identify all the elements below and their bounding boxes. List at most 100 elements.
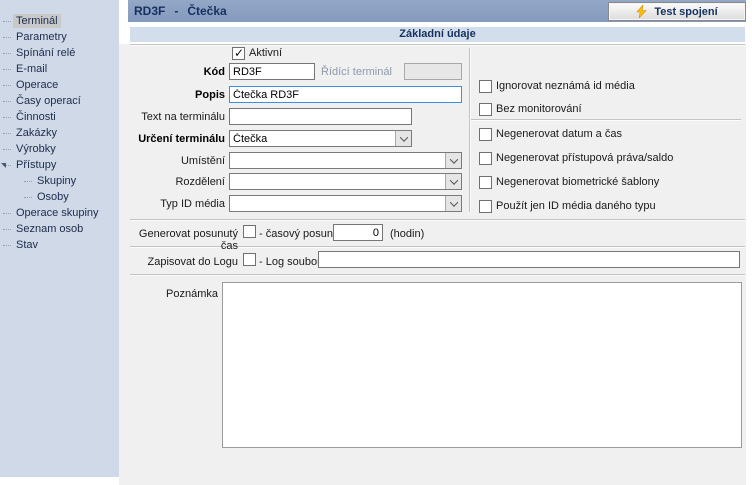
option-label: Negenerovat přístupová práva/saldo xyxy=(496,152,673,164)
terminal-text-input[interactable] xyxy=(229,108,412,125)
terminal-purpose-label: Určení terminálu xyxy=(118,133,225,145)
no-generate-access-rights-checkbox[interactable] xyxy=(479,152,492,165)
tree-connector xyxy=(3,245,11,246)
tree-connector xyxy=(3,229,11,230)
tree-connector xyxy=(3,21,11,22)
option-row: Použít jen ID média daného typu xyxy=(479,199,656,213)
option-label: Ignorovat neznámá id média xyxy=(496,80,635,92)
code-input[interactable] xyxy=(229,63,315,80)
sidebar-item-email[interactable]: E-mail xyxy=(0,61,119,77)
option-row: Negenerovat datum a čas xyxy=(479,127,622,141)
test-connection-button[interactable]: Test spojení xyxy=(608,2,746,21)
sidebar-item-label: Spínání relé xyxy=(13,46,78,60)
sidebar-item-label: E-mail xyxy=(13,62,50,76)
division-select[interactable] xyxy=(229,173,462,190)
shifted-time-checkbox[interactable] xyxy=(243,225,256,238)
active-label: Aktivní xyxy=(249,47,282,59)
note-label: Poznámka xyxy=(118,288,218,300)
option-label: Negenerovat datum a čas xyxy=(496,128,622,140)
divider xyxy=(130,44,745,46)
tree-connector xyxy=(24,197,32,198)
chevron-down-icon[interactable] xyxy=(445,196,461,211)
sidebar-item-label: Parametry xyxy=(13,30,70,44)
ignore-unknown-media-checkbox[interactable] xyxy=(479,80,492,93)
sidebar-item-seznam-osob[interactable]: Seznam osob xyxy=(0,221,119,237)
divider xyxy=(471,119,741,121)
tree-connector xyxy=(3,101,11,102)
sidebar-item-label: Operace skupiny xyxy=(13,206,102,220)
location-select[interactable] xyxy=(229,152,462,169)
sidebar-item-pristupy[interactable]: Přístupy xyxy=(0,157,119,173)
column-divider xyxy=(469,48,471,212)
sidebar-item-label: Operace xyxy=(13,78,61,92)
sidebar-item-label: Skupiny xyxy=(34,174,79,188)
sidebar-item-terminal[interactable]: Terminál xyxy=(0,13,119,29)
media-id-type-label: Typ ID média xyxy=(118,198,225,210)
sidebar-item-skupiny[interactable]: Skupiny xyxy=(0,173,119,189)
no-generate-datetime-checkbox[interactable] xyxy=(479,128,492,141)
master-terminal-label: Řídící terminál xyxy=(321,66,401,78)
active-checkbox-row: Aktivní xyxy=(232,46,282,60)
chevron-down-icon[interactable] xyxy=(445,174,461,189)
app-window: Terminál Parametry Spínání relé E-mail O… xyxy=(0,0,752,485)
option-label: Bez monitorování xyxy=(496,103,582,115)
sidebar-item-label: Terminál xyxy=(13,14,61,28)
use-only-typed-media-checkbox[interactable] xyxy=(479,200,492,213)
option-row: Negenerovat biometrické šablony xyxy=(479,175,659,189)
tree-connector xyxy=(3,133,11,134)
time-shift-sublabel: - časový posun xyxy=(259,228,334,240)
terminal-purpose-value: Čtečka xyxy=(230,133,395,145)
option-row: Ignorovat neznámá id média xyxy=(479,79,635,93)
description-label: Popis xyxy=(118,89,225,101)
sidebar-item-label: Stav xyxy=(13,238,41,252)
sidebar-item-label: Činnosti xyxy=(13,110,59,124)
time-shift-input[interactable] xyxy=(333,224,383,241)
header-separator: - xyxy=(174,4,178,18)
master-terminal-input xyxy=(404,63,462,80)
chevron-down-icon[interactable] xyxy=(445,153,461,168)
description-input[interactable] xyxy=(229,86,462,103)
sidebar-item-operace[interactable]: Operace xyxy=(0,77,119,93)
tree-expander-icon[interactable] xyxy=(1,163,6,168)
shifted-time-label: Generovat posunutý čas xyxy=(120,228,238,252)
media-id-type-select[interactable] xyxy=(229,195,462,212)
tree-connector xyxy=(3,149,11,150)
log-write-checkbox[interactable] xyxy=(243,253,256,266)
sidebar-item-spinani-rele[interactable]: Spínání relé xyxy=(0,45,119,61)
option-label: Negenerovat biometrické šablony xyxy=(496,176,659,188)
log-write-label: Zapisovat do Logu xyxy=(120,256,238,268)
divider xyxy=(130,274,745,276)
active-checkbox[interactable] xyxy=(232,47,245,60)
sidebar-item-casy-operaci[interactable]: Časy operací xyxy=(0,93,119,109)
chevron-down-icon[interactable] xyxy=(395,131,411,146)
test-connection-label: Test spojení xyxy=(654,6,717,18)
lightning-icon xyxy=(636,5,647,18)
no-monitoring-checkbox[interactable] xyxy=(479,103,492,116)
sidebar-item-osoby[interactable]: Osoby xyxy=(0,189,119,205)
sidebar-item-vyrobky[interactable]: Výrobky xyxy=(0,141,119,157)
sidebar-item-stav[interactable]: Stav xyxy=(0,237,119,253)
sidebar-item-parametry[interactable]: Parametry xyxy=(0,29,119,45)
tree-connector xyxy=(3,37,11,38)
section-title: Základní údaje xyxy=(130,27,745,42)
divider xyxy=(130,219,745,221)
tree-connector xyxy=(3,53,11,54)
tree-connector xyxy=(3,117,11,118)
terminal-text-label: Text na terminálu xyxy=(118,111,225,123)
log-file-input[interactable] xyxy=(318,251,740,268)
sidebar-item-operace-skupiny[interactable]: Operace skupiny xyxy=(0,205,119,221)
sidebar-item-cinnosti[interactable]: Činnosti xyxy=(0,109,119,125)
sidebar-item-label: Zakázky xyxy=(13,126,60,140)
option-label: Použít jen ID média daného typu xyxy=(496,200,656,212)
terminal-purpose-select[interactable]: Čtečka xyxy=(229,130,412,147)
header-code: RD3F xyxy=(134,4,165,18)
sidebar-item-label: Výrobky xyxy=(13,142,59,156)
no-generate-biometric-templates-checkbox[interactable] xyxy=(479,176,492,189)
option-row: Bez monitorování xyxy=(479,102,582,116)
tree-connector xyxy=(24,181,32,182)
tree-connector xyxy=(3,213,11,214)
sidebar-item-label: Seznam osob xyxy=(13,222,86,236)
sidebar-item-zakazky[interactable]: Zakázky xyxy=(0,125,119,141)
sidebar-item-label: Přístupy xyxy=(13,158,59,172)
note-textarea[interactable] xyxy=(222,282,742,448)
